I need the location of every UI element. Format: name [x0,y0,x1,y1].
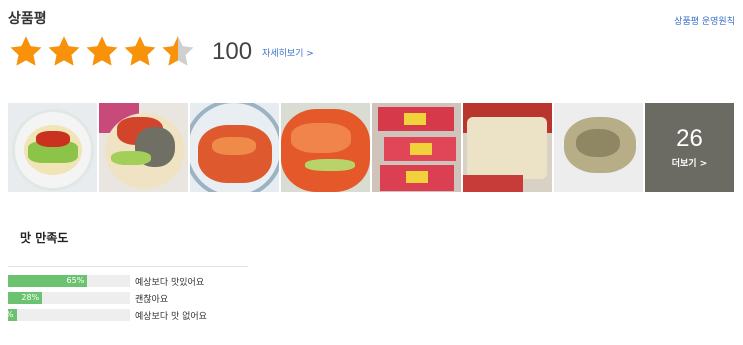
satisfaction-bar-fill: 65% [8,275,88,287]
taste-satisfaction-title: 맛 만족도 [20,231,69,245]
satisfaction-bar-track: 28% [8,292,130,304]
star-full-icon [86,36,118,66]
page-title: 상품평 [8,11,47,27]
satisfaction-bars: 65% 예상보다 맛있어요 28% 괜찮아요 7% 예상보다 맛 없어요 [1,275,207,326]
review-photo-2[interactable] [99,103,188,192]
more-photos-count: 26 [676,125,703,152]
satisfaction-bar-fill: 28% [8,292,43,304]
more-photos-button[interactable]: 26 더보기 > [645,103,734,192]
photo-review-gallery: 26 더보기 > [8,103,734,192]
rating-summary: 100 자세히보기 > [8,32,314,72]
star-full-icon [48,36,80,66]
satisfaction-row: 28% 괜찮아요 [8,292,207,305]
more-photos-label: 더보기 > [671,159,708,169]
review-photo-3[interactable] [190,103,279,192]
star-full-icon [10,36,42,66]
satisfaction-label: 괜찮아요 [135,294,169,305]
review-photo-1[interactable] [8,103,97,192]
satisfaction-label: 예상보다 맛있어요 [135,277,205,288]
review-count: 100 [212,38,253,65]
star-full-icon [124,36,156,66]
satisfaction-row: 7% 예상보다 맛 없어요 [1,309,207,322]
section-divider [8,266,248,267]
review-photo-4[interactable] [281,103,370,192]
review-detail-link[interactable]: 자세히보기 > [262,46,314,59]
review-policy-link[interactable]: 상품평 운영원칙 [674,14,735,27]
satisfaction-bar-track: 65% [8,275,130,287]
review-photo-6[interactable] [463,103,552,192]
review-photo-7[interactable] [554,103,643,192]
satisfaction-percent: 7% [0,310,14,319]
star-half-icon [162,36,194,66]
satisfaction-percent: 28% [21,293,40,302]
satisfaction-bar-track: 7% [1,309,130,321]
star-rating [8,34,196,70]
satisfaction-percent: 65% [66,276,85,285]
satisfaction-label: 예상보다 맛 없어요 [135,311,207,322]
satisfaction-bar-fill: 7% [1,309,17,321]
review-photo-5[interactable] [372,103,461,192]
satisfaction-row: 65% 예상보다 맛있어요 [8,275,207,288]
